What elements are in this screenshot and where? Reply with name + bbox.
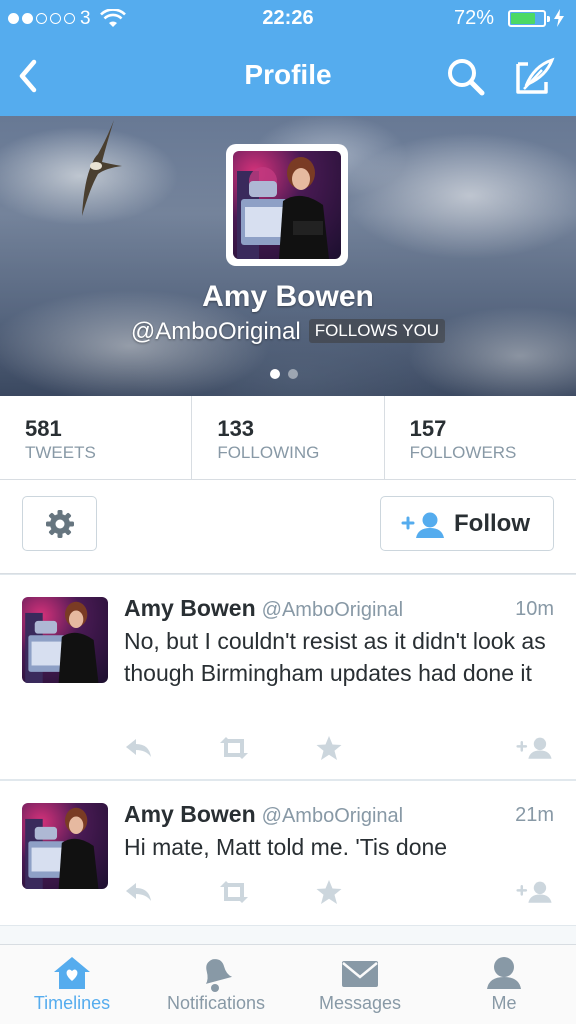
battery-percent: 72% — [454, 7, 495, 29]
tab-timelines[interactable]: Timelines — [0, 945, 144, 1024]
tweet-avatar[interactable] — [22, 597, 108, 683]
search-icon — [448, 59, 485, 96]
favorite-icon[interactable] — [315, 735, 343, 761]
settings-button[interactable] — [22, 496, 97, 551]
follow-label: Follow — [454, 510, 530, 537]
stat-label: TWEETS — [25, 443, 96, 462]
tweet-timestamp: 21m — [515, 804, 554, 826]
tweet-list: Amy Bowen @AmboOriginal 10m No, but I cou… — [0, 574, 576, 944]
stat-tweets[interactable]: 581 TWEETS — [0, 396, 191, 479]
tab-label: Timelines — [33, 993, 111, 1013]
nav-bar: Profile — [0, 38, 576, 116]
profile-avatar[interactable] — [226, 144, 348, 266]
search-button[interactable] — [444, 56, 488, 98]
stat-value: 581 — [25, 416, 62, 441]
profile-actions: Follow — [0, 480, 576, 574]
tweet-text: Hi mate, Matt told me. 'Tis done — [124, 834, 448, 860]
retweet-icon[interactable] — [216, 735, 252, 761]
reply-icon[interactable] — [124, 735, 154, 761]
stat-label: FOLLOWING — [217, 443, 320, 462]
compose-icon — [516, 57, 555, 94]
tab-label: Me — [491, 993, 517, 1013]
tweet-author-name[interactable]: Amy Bowen — [124, 801, 256, 827]
tweet-author-handle[interactable]: @AmboOriginal — [262, 805, 403, 827]
tweet-author-name[interactable]: Amy Bowen — [124, 595, 256, 621]
follow-icon[interactable] — [516, 879, 554, 905]
stat-label: FOLLOWERS — [409, 443, 517, 462]
bell-icon — [205, 959, 233, 992]
tweet-text: No, but I couldn't resist as it didn't l… — [124, 628, 546, 686]
follow-button[interactable]: Follow — [380, 496, 554, 551]
page-dot — [288, 369, 298, 379]
profile-header[interactable]: Amy Bowen @AmboOriginal FOLLOWS YOU — [0, 116, 576, 396]
tweet-item[interactable]: Amy Bowen @AmboOriginal 21m Hi mate, Matt… — [0, 780, 576, 926]
tab-label: Messages — [318, 993, 402, 1013]
person-icon — [487, 957, 521, 989]
envelope-icon — [342, 961, 378, 987]
add-user-icon — [401, 512, 444, 538]
stat-followers[interactable]: 157 FOLLOWERS — [383, 396, 576, 479]
tab-me[interactable]: Me — [432, 945, 576, 1024]
profile-stats: 581 TWEETS 133 FOLLOWING 157 FOLLOWERS — [0, 396, 576, 480]
stat-following[interactable]: 133 FOLLOWING — [191, 396, 383, 479]
compose-button[interactable] — [512, 56, 556, 98]
reply-icon[interactable] — [124, 879, 154, 905]
profile-handle: @AmboOriginal — [130, 318, 301, 345]
tweet-item[interactable]: Amy Bowen @AmboOriginal 10m No, but I cou… — [0, 574, 576, 780]
avatar-image — [233, 151, 341, 259]
profile-name: Amy Bowen — [202, 280, 374, 313]
tweet-timestamp: 10m — [515, 598, 554, 620]
favorite-icon[interactable] — [315, 879, 343, 905]
battery-icon — [508, 10, 550, 27]
tweet-actions — [124, 879, 554, 909]
tweet-avatar[interactable] — [22, 803, 108, 889]
header-page-indicator[interactable] — [270, 369, 298, 379]
tab-messages[interactable]: Messages — [288, 945, 432, 1024]
follows-you-badge: FOLLOWS YOU — [308, 319, 446, 343]
tweet-header: Amy Bowen @AmboOriginal 21m — [124, 801, 554, 828]
stat-value: 133 — [217, 416, 255, 441]
tweet-author-handle[interactable]: @AmboOriginal — [262, 599, 403, 621]
tweet-header: Amy Bowen @AmboOriginal 10m — [124, 595, 554, 622]
page-title: Profile — [244, 59, 332, 90]
tweet-actions — [124, 735, 554, 765]
charging-icon — [554, 9, 564, 27]
stat-value: 157 — [409, 416, 447, 441]
tab-bar: Timelines Notifications Messages Me — [0, 944, 576, 1024]
seagull-image — [82, 120, 122, 216]
retweet-icon[interactable] — [216, 879, 252, 905]
tab-notifications[interactable]: Notifications — [144, 945, 288, 1024]
page-dot-active — [270, 369, 280, 379]
profile-handle-row: @AmboOriginal FOLLOWS YOU — [0, 318, 576, 346]
gear-icon — [46, 510, 74, 538]
status-bar: 3 22:26 72% — [0, 0, 576, 38]
follow-icon[interactable] — [516, 735, 554, 761]
home-icon — [54, 957, 90, 989]
tab-label: Notifications — [166, 993, 266, 1013]
